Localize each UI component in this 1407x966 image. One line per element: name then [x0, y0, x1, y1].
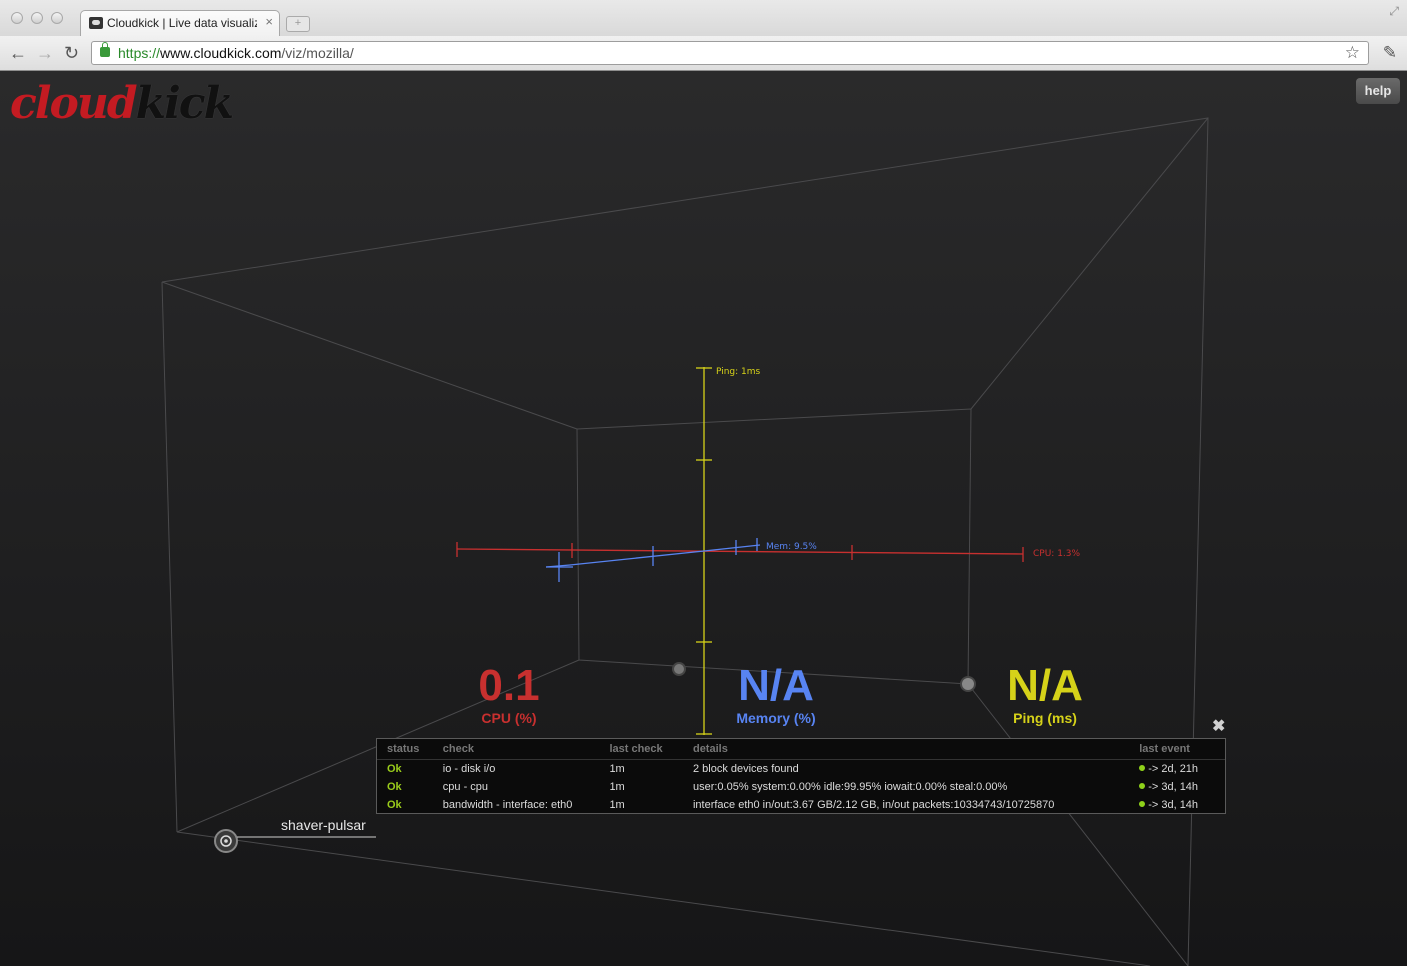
table-row[interactable]: Ok io - disk i/o 1m 2 block devices foun… — [377, 760, 1225, 779]
memory-label: Memory (%) — [736, 710, 816, 726]
wrench-icon[interactable]: ✎ — [1383, 43, 1397, 63]
check-name: io - disk i/o — [442, 763, 496, 775]
logo-text-cloud: cloud — [10, 78, 138, 129]
help-button[interactable]: help — [1356, 78, 1400, 104]
tab-close-icon[interactable]: × — [265, 14, 273, 29]
check-name: cpu - cpu — [442, 781, 489, 793]
url-path: /viz/mozilla/ — [281, 45, 354, 61]
check-last-event-text: -> 2d, 21h — [1148, 763, 1199, 775]
cpu-axis-label: CPU: 1.3% — [1033, 549, 1081, 559]
ping-metric: N/A Ping (ms) — [955, 661, 1135, 727]
forward-arrow-icon[interactable]: → — [36, 43, 54, 63]
check-last-check: 1m — [609, 799, 625, 811]
url-scheme: https:// — [118, 45, 161, 61]
favicon — [89, 17, 103, 29]
star-icon[interactable]: ☆ — [1345, 43, 1360, 63]
check-details: user:0.05% system:0.00% idle:99.95% iowa… — [692, 781, 1008, 793]
url-host: www.cloudkick.com — [160, 45, 282, 61]
node-point[interactable] — [672, 662, 686, 676]
col-header-details: details — [692, 739, 1140, 760]
ping-label: Ping (ms) — [1013, 710, 1077, 726]
cpu-metric: 0.1 CPU (%) — [419, 661, 599, 727]
col-header-check: check — [442, 739, 610, 760]
viz-scene: Ping: 1ms Mem: 9.5% CPU: 1.3% — [161, 117, 1209, 966]
check-details: interface eth0 in/out:3.67 GB/2.12 GB, i… — [692, 799, 1055, 811]
host-node-icon[interactable] — [214, 829, 238, 853]
status-dot-icon — [1139, 801, 1146, 807]
close-window-button[interactable] — [11, 12, 23, 24]
browser-window: Cloudkick | Live data visualiz × + ⤢ ← →… — [0, 0, 1407, 966]
memory-value: N/A — [738, 661, 814, 710]
check-status: Ok — [387, 763, 402, 775]
host-node-label[interactable]: shaver-pulsar — [281, 817, 366, 833]
address-bar[interactable]: https://www.cloudkick.com/viz/mozilla/ ☆ — [91, 41, 1369, 65]
cpu-axis — [456, 542, 1024, 562]
tab-strip: Cloudkick | Live data visualiz × + ⤢ — [0, 0, 1407, 36]
ping-axis-label: Ping: 1ms — [716, 367, 761, 377]
new-tab-button[interactable]: + — [286, 16, 310, 32]
check-status: Ok — [387, 781, 402, 793]
table-row[interactable]: Ok cpu - cpu 1m user:0.05% system:0.00% … — [377, 778, 1225, 796]
fullscreen-icon[interactable]: ⤢ — [1389, 4, 1399, 19]
memory-metric: N/A Memory (%) — [686, 661, 866, 727]
col-header-status: status — [377, 739, 443, 760]
lock-icon — [100, 42, 110, 57]
close-panel-icon[interactable]: ✖ — [1212, 716, 1225, 736]
viz-page: Ping: 1ms Mem: 9.5% CPU: 1.3% cloudkick … — [0, 71, 1407, 966]
table-row[interactable]: Ok bandwidth - interface: eth0 1m interf… — [377, 796, 1225, 814]
status-dot-icon — [1139, 783, 1146, 789]
check-last-check: 1m — [609, 781, 625, 793]
cpu-value: 0.1 — [478, 661, 540, 710]
url-text[interactable]: https://www.cloudkick.com/viz/mozilla/ — [118, 45, 354, 61]
browser-tab[interactable]: Cloudkick | Live data visualiz × — [80, 10, 280, 36]
check-last-event-text: -> 3d, 14h — [1148, 799, 1199, 811]
back-arrow-icon[interactable]: ← — [9, 43, 27, 63]
checks-panel: status check last check details last eve… — [376, 738, 1226, 814]
check-name: bandwidth - interface: eth0 — [442, 799, 573, 811]
minimize-window-button[interactable] — [31, 12, 43, 24]
col-header-last-check: last check — [609, 739, 693, 760]
col-header-last-event: last event — [1139, 739, 1225, 760]
cpu-label: CPU (%) — [481, 710, 537, 726]
check-last-event-text: -> 3d, 14h — [1148, 781, 1199, 793]
status-dot-icon — [1139, 765, 1146, 771]
perspective-frame — [161, 117, 1209, 966]
mem-axis-label: Mem: 9.5% — [766, 542, 817, 552]
checks-table: status check last check details last eve… — [377, 739, 1225, 814]
zoom-window-button[interactable] — [51, 12, 63, 24]
ping-value: N/A — [1007, 661, 1083, 710]
browser-toolbar: ← → ↻ https://www.cloudkick.com/viz/mozi… — [0, 36, 1407, 71]
check-status: Ok — [387, 799, 402, 811]
check-last-check: 1m — [609, 763, 625, 775]
check-last-event: -> 2d, 21h — [1139, 760, 1225, 779]
cloudkick-logo[interactable]: cloudkick — [10, 78, 234, 129]
reload-icon[interactable]: ↻ — [64, 43, 79, 63]
check-last-event: -> 3d, 14h — [1139, 778, 1225, 796]
check-details: 2 block devices found — [692, 763, 799, 775]
logo-text-kick: kick — [135, 78, 234, 129]
checks-header-row: status check last check details last eve… — [377, 739, 1225, 760]
tab-title: Cloudkick | Live data visualiz — [107, 16, 257, 30]
check-last-event: -> 3d, 14h — [1139, 796, 1225, 814]
